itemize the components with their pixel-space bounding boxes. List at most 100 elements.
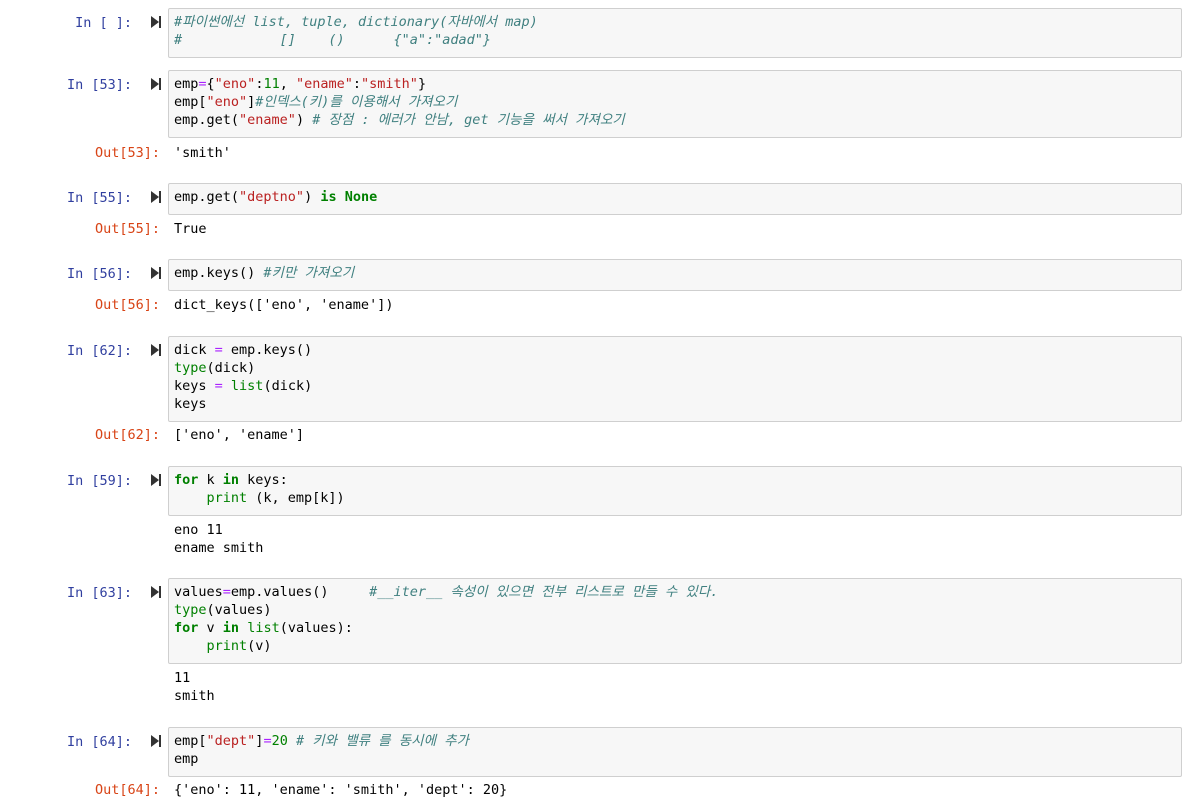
code-line: for k in keys: <box>174 471 345 489</box>
code-input-area[interactable]: dick = emp.keys() type(dick) keys = list(d… <box>168 336 1182 422</box>
code-input-area[interactable]: #파이썬에선 list, tuple, dictionary(자바에서 map)… <box>168 8 1182 58</box>
cell-output: eno 11 ename smith <box>174 521 263 557</box>
out-prompt: Out[56]: <box>94 297 160 313</box>
code-token: k <box>198 472 223 488</box>
cell-output: 'smith' <box>174 144 231 162</box>
code-text: emp={"eno":11, "ename":"smith"} emp["eno"… <box>174 75 625 129</box>
code-line: type(values) <box>174 601 718 619</box>
code-token: in <box>222 472 240 488</box>
code-input-area[interactable]: emp={"eno":11, "ename":"smith"} emp["eno"… <box>168 70 1182 138</box>
output-line: dict_keys(['eno', 'ename']) <box>174 297 394 313</box>
run-cell-icon[interactable] <box>151 77 162 91</box>
code-token: "ename" <box>295 76 353 92</box>
in-prompt: In [55]: <box>66 190 132 206</box>
output-line: 'smith' <box>174 145 231 161</box>
run-cell-icon[interactable] <box>151 734 162 748</box>
code-token: emp.keys() <box>174 265 264 281</box>
code-input-area[interactable]: for k in keys: print (k, emp[k]) <box>168 466 1182 516</box>
run-cell-icon[interactable] <box>151 15 162 29</box>
code-input-area[interactable]: emp.get("deptno") is None <box>168 183 1182 215</box>
code-line: keys <box>174 395 312 413</box>
code-line: emp["eno"]#인덱스(키)를 이용해서 가져오기 <box>174 93 625 111</box>
run-cell-icon[interactable] <box>151 266 162 280</box>
code-token: for <box>174 620 199 636</box>
code-token: = <box>222 584 231 600</box>
cell-output: ['eno', 'ename'] <box>174 426 304 444</box>
code-token: = <box>198 76 207 92</box>
code-text: emp.get("deptno") is None <box>174 188 377 206</box>
output-line: eno 11 <box>174 522 223 538</box>
code-token: 11 <box>263 76 280 92</box>
code-line: emp.get("deptno") is None <box>174 188 377 206</box>
out-prompt: Out[62]: <box>94 427 160 443</box>
code-token: (v) <box>247 638 272 654</box>
code-text: dick = emp.keys() type(dick) keys = list(d… <box>174 341 312 413</box>
code-text: for k in keys: print (k, emp[k]) <box>174 471 345 507</box>
run-cell-icon[interactable] <box>151 585 162 599</box>
code-token: emp.keys() <box>222 342 313 358</box>
code-token: list <box>247 620 280 636</box>
code-token: #파이썬에선 list, tuple, dictionary(자바에서 map) <box>174 14 538 30</box>
code-line: emp={"eno":11, "ename":"smith"} <box>174 75 625 93</box>
code-token: emp.values() <box>230 584 370 600</box>
code-token: # 키와 밸류 를 동시에 추가 <box>295 733 469 749</box>
code-token: emp[ <box>174 733 207 749</box>
code-token: keys <box>174 378 215 394</box>
output-line: smith <box>174 688 215 704</box>
code-token: "dept" <box>206 733 256 749</box>
output-line: ename smith <box>174 540 264 556</box>
code-line: dick = emp.keys() <box>174 341 312 359</box>
code-token: emp.get( <box>174 112 240 128</box>
cell-output: {'eno': 11, 'ename': 'smith', 'dept': 20… <box>174 781 507 799</box>
code-text: #파이썬에선 list, tuple, dictionary(자바에서 map)… <box>174 13 538 49</box>
code-token: #키만 가져오기 <box>263 265 355 281</box>
in-prompt: In [63]: <box>66 585 132 601</box>
in-prompt: In [62]: <box>66 343 132 359</box>
code-token: 20 <box>271 733 288 749</box>
cell-output: True <box>174 220 207 238</box>
output-line: ['eno', 'ename'] <box>174 427 305 443</box>
code-text: emp.keys() #키만 가져오기 <box>174 264 354 282</box>
code-token: (values) <box>206 602 272 618</box>
code-token: emp <box>174 751 199 767</box>
code-token: (values): <box>279 620 353 636</box>
code-line: for v in list(values): <box>174 619 718 637</box>
code-input-area[interactable]: values=emp.values() #__iter__ 속성이 있으면 전부… <box>168 578 1182 664</box>
code-token: print <box>206 490 248 506</box>
code-token: print <box>206 638 248 654</box>
code-token: : <box>352 76 362 92</box>
code-token: list <box>230 378 264 394</box>
output-line: True <box>174 221 207 237</box>
run-cell-icon[interactable] <box>151 473 162 487</box>
code-token: = <box>214 342 223 358</box>
code-token: (k, emp[k]) <box>247 490 345 506</box>
cell-output: dict_keys(['eno', 'ename']) <box>174 296 393 314</box>
in-prompt: In [53]: <box>66 77 132 93</box>
run-cell-icon[interactable] <box>151 343 162 357</box>
code-token: (dick) <box>206 360 256 376</box>
code-token: "eno" <box>214 76 256 92</box>
code-token: emp[ <box>174 94 207 110</box>
code-line: emp <box>174 750 469 768</box>
code-token: None <box>344 189 378 205</box>
code-token: #인덱스(키)를 이용해서 가져오기 <box>255 94 458 110</box>
code-token: (dick) <box>263 378 313 394</box>
code-token: "smith" <box>361 76 418 92</box>
out-prompt: Out[53]: <box>94 145 160 161</box>
code-token: } <box>417 76 427 92</box>
code-token: # [] () {"a":"adad"} <box>174 32 491 48</box>
code-token: = <box>214 378 223 394</box>
code-line: #파이썬에선 list, tuple, dictionary(자바에서 map) <box>174 13 538 31</box>
code-token: v <box>198 620 223 636</box>
code-token: "eno" <box>206 94 248 110</box>
run-cell-icon[interactable] <box>151 190 162 204</box>
code-input-area[interactable]: emp["dept"]=20 # 키와 밸류 를 동시에 추가 emp <box>168 727 1182 777</box>
code-input-area[interactable]: emp.keys() #키만 가져오기 <box>168 259 1182 291</box>
code-token: # 장점 : 에러가 안남, get 기능을 써서 가져오기 <box>312 112 625 128</box>
code-line: values=emp.values() #__iter__ 속성이 있으면 전부… <box>174 583 718 601</box>
